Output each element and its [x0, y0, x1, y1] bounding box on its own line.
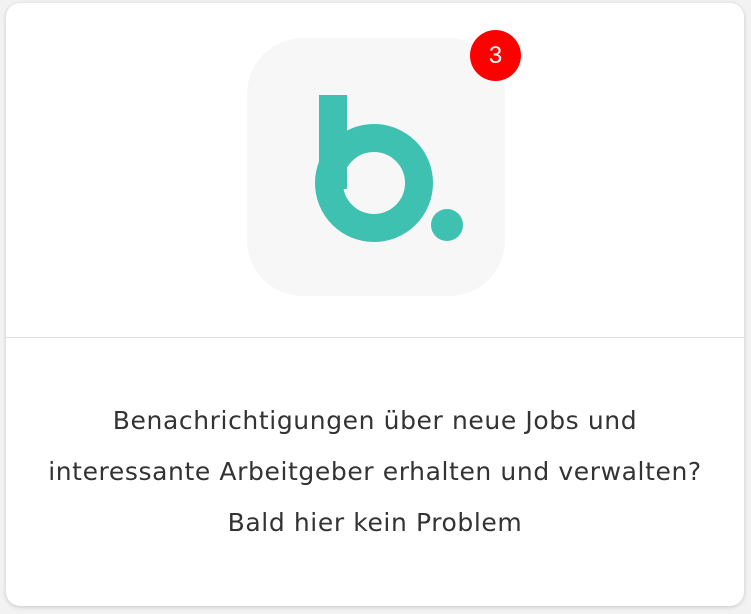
divider [6, 337, 744, 338]
notification-count-badge: 3 [470, 30, 521, 81]
notification-card: 3 Benachrichtigungen über neue Jobs und … [6, 3, 744, 606]
b-logo-icon [315, 95, 463, 242]
app-icon-tile [247, 38, 505, 296]
info-message: Benachrichtigungen über neue Jobs und in… [48, 406, 702, 537]
